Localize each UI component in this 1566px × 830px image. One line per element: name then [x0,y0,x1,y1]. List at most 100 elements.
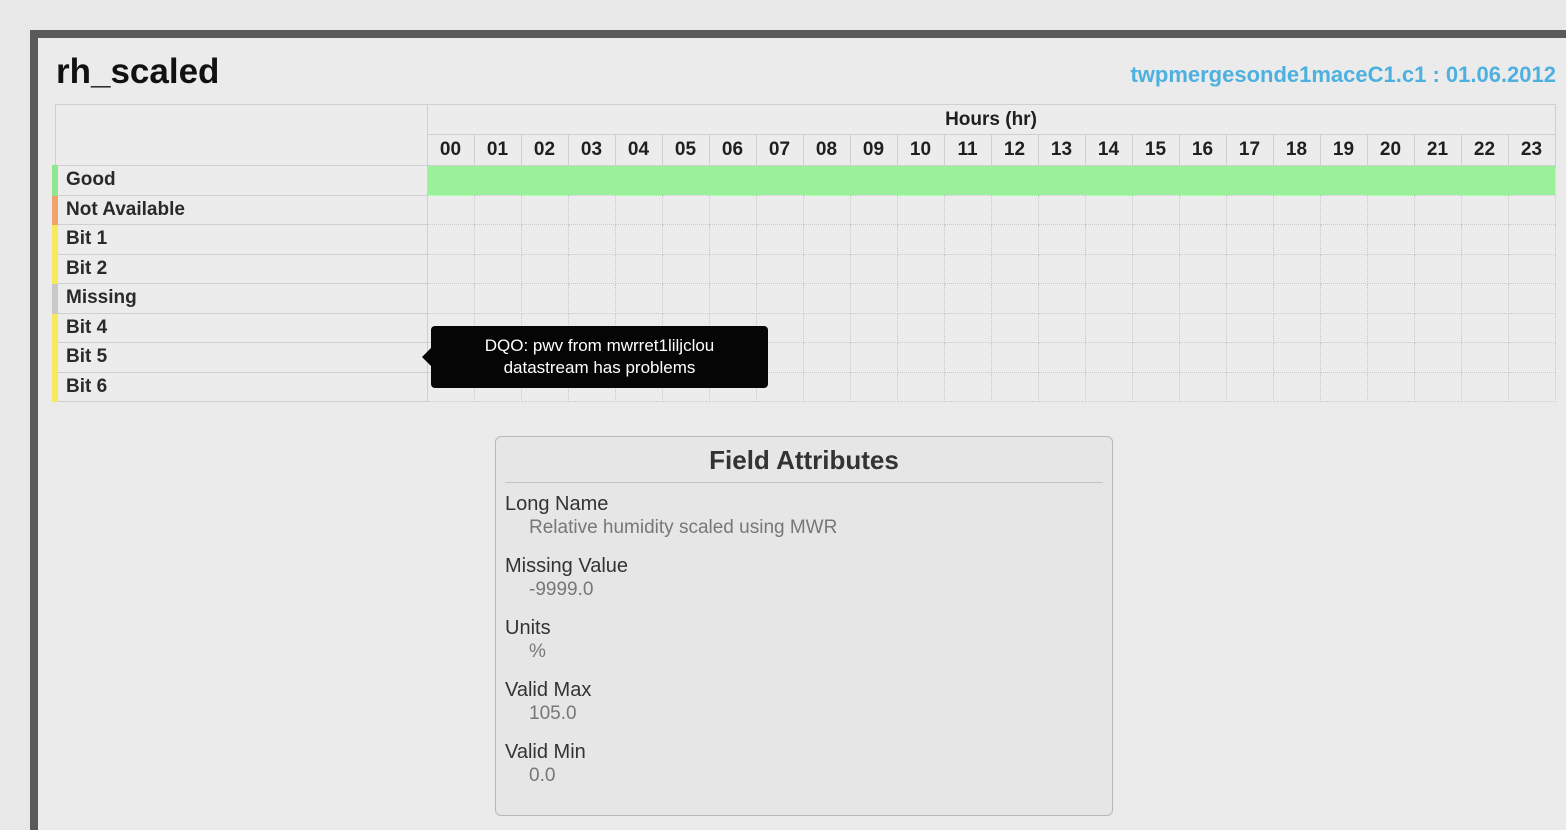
hour-cell[interactable] [943,253,992,284]
hour-cell[interactable] [1507,165,1556,196]
hour-cell[interactable] [1037,312,1086,343]
hour-cell[interactable] [708,224,757,255]
hour-cell[interactable] [896,253,945,284]
hour-cell[interactable] [896,194,945,225]
hour-cell[interactable] [614,224,663,255]
hour-cell[interactable] [1225,224,1274,255]
hour-cell[interactable] [1507,342,1556,373]
hour-cell[interactable] [1178,342,1227,373]
hour-cell[interactable] [1366,371,1415,402]
hour-cell[interactable] [1178,253,1227,284]
hour-cell[interactable] [426,253,475,284]
hour-cell[interactable] [567,253,616,284]
hour-cell[interactable] [473,194,522,225]
hour-cell[interactable] [567,194,616,225]
hour-cell[interactable] [849,283,898,314]
hour-cell[interactable] [1460,371,1509,402]
hour-cell[interactable] [1131,253,1180,284]
hour-cell[interactable] [1131,371,1180,402]
hour-cell[interactable] [943,194,992,225]
hour-cell[interactable] [1413,283,1462,314]
hour-cell[interactable] [426,224,475,255]
hour-cell[interactable] [1131,342,1180,373]
hour-cell[interactable] [849,342,898,373]
hour-cell[interactable] [1319,371,1368,402]
hour-cell[interactable] [849,253,898,284]
hour-cell[interactable] [802,253,851,284]
hour-cell[interactable] [1225,253,1274,284]
hour-cell[interactable] [1178,312,1227,343]
hour-cell[interactable] [426,283,475,314]
hour-cell[interactable] [1178,283,1227,314]
hour-cell[interactable] [614,283,663,314]
hour-cell[interactable] [1272,253,1321,284]
hour-cell[interactable] [802,283,851,314]
hour-cell[interactable] [1084,283,1133,314]
hour-cell[interactable] [1413,165,1462,196]
hour-cell[interactable] [802,312,851,343]
hour-cell[interactable] [1178,165,1227,196]
hour-cell[interactable] [614,253,663,284]
hour-cell[interactable] [614,165,663,196]
hour-cell[interactable] [473,224,522,255]
hour-cell[interactable] [1131,224,1180,255]
hour-cell[interactable] [1272,312,1321,343]
hour-cell[interactable] [1037,224,1086,255]
hour-cell[interactable] [755,283,804,314]
hour-cell[interactable] [896,283,945,314]
hour-cell[interactable] [426,165,475,196]
hour-cell[interactable] [1413,312,1462,343]
hour-cell[interactable] [802,194,851,225]
hour-cell[interactable] [1037,371,1086,402]
hour-cell[interactable] [1225,283,1274,314]
hour-cell[interactable] [1319,312,1368,343]
hour-cell[interactable] [802,371,851,402]
hour-cell[interactable] [1084,253,1133,284]
hour-cell[interactable] [708,194,757,225]
hour-cell[interactable] [943,165,992,196]
hour-cell[interactable] [708,283,757,314]
hour-cell[interactable] [708,165,757,196]
hour-cell[interactable] [661,194,710,225]
hour-cell[interactable] [473,253,522,284]
hour-cell[interactable] [1366,224,1415,255]
hour-cell[interactable] [1131,312,1180,343]
hour-cell[interactable] [1178,371,1227,402]
hour-cell[interactable] [990,342,1039,373]
hour-cell[interactable] [1507,371,1556,402]
hour-cell[interactable] [1507,224,1556,255]
hour-cell[interactable] [520,224,569,255]
hour-cell[interactable] [1366,194,1415,225]
hour-cell[interactable] [1319,194,1368,225]
hour-cell[interactable] [1178,224,1227,255]
hour-cell[interactable] [1272,194,1321,225]
hour-cell[interactable] [1460,224,1509,255]
hour-cell[interactable] [1037,283,1086,314]
hour-cell[interactable] [849,165,898,196]
hour-cell[interactable] [1366,165,1415,196]
hour-cell[interactable] [614,194,663,225]
hour-cell[interactable] [426,194,475,225]
hour-cell[interactable] [849,371,898,402]
hour-cell[interactable] [1460,283,1509,314]
hour-cell[interactable] [1037,342,1086,373]
hour-cell[interactable] [1507,283,1556,314]
hour-cell[interactable] [990,253,1039,284]
hour-cell[interactable] [1413,224,1462,255]
hour-cell[interactable] [849,312,898,343]
hour-cell[interactable] [1507,194,1556,225]
hour-cell[interactable] [708,253,757,284]
hour-cell[interactable] [661,224,710,255]
hour-cell[interactable] [1225,194,1274,225]
hour-cell[interactable] [990,283,1039,314]
hour-cell[interactable] [802,224,851,255]
hour-cell[interactable] [849,194,898,225]
hour-cell[interactable] [1272,165,1321,196]
hour-cell[interactable] [473,165,522,196]
hour-cell[interactable] [1413,253,1462,284]
hour-cell[interactable] [567,165,616,196]
hour-cell[interactable] [755,253,804,284]
datastream-date-label[interactable]: twpmergesonde1maceC1.c1 : 01.06.2012 [1130,62,1556,88]
hour-cell[interactable] [1460,342,1509,373]
hour-cell[interactable] [896,312,945,343]
